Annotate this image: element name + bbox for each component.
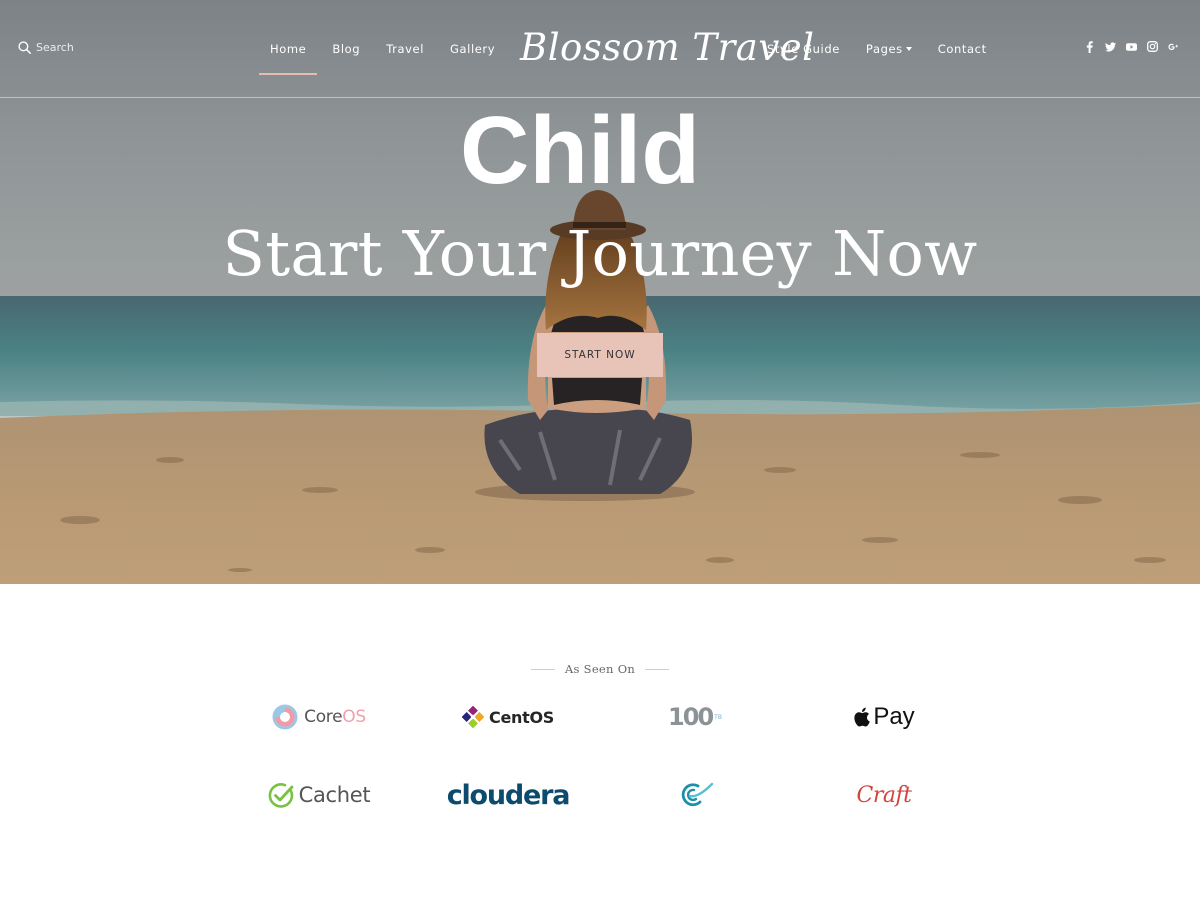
centos-wordmark: CentOS [489, 707, 554, 727]
coreos-wordmark: CoreOS [304, 707, 366, 727]
brand-logo-centos[interactable]: CentOS [413, 697, 603, 737]
search-toggle[interactable]: Search [18, 41, 74, 54]
cloudera-wordmark: cloudera [446, 779, 571, 811]
instagram-icon[interactable] [1147, 40, 1158, 53]
apple-icon [854, 707, 871, 727]
apple-pay-wordmark: Pay [873, 703, 915, 730]
nav-style-guide[interactable]: Style Guide [754, 0, 853, 97]
social-links [1084, 40, 1179, 53]
brand-logo-craft[interactable]: Craft [789, 775, 979, 815]
site-logo[interactable]: Blossom Travel [520, 22, 814, 74]
site-header: Search Home Blog Travel Gallery Blossom … [0, 0, 1200, 98]
heading-divider-right [645, 668, 670, 670]
nav-blog[interactable]: Blog [319, 0, 373, 97]
checkmark-circle-icon [268, 782, 294, 808]
brand-logo-100tb[interactable]: 100 TB [600, 697, 790, 737]
heading-divider-left [530, 668, 555, 670]
hero-section: Search Home Blog Travel Gallery Blossom … [0, 0, 1200, 584]
search-placeholder[interactable]: Search [36, 41, 74, 54]
caret-down-icon [905, 47, 912, 51]
as-seen-on-label: As Seen On [564, 662, 636, 676]
nav-home[interactable]: Home [257, 0, 319, 97]
twitter-icon[interactable] [1105, 40, 1116, 53]
child-overlay-label: Child [460, 97, 700, 204]
100tb-superscript: TB [714, 713, 722, 721]
search-icon [18, 41, 31, 54]
google-plus-icon[interactable] [1168, 40, 1179, 53]
nav-gallery[interactable]: Gallery [437, 0, 508, 97]
nav-travel[interactable]: Travel [373, 0, 437, 97]
nav-pages[interactable]: Pages [853, 0, 925, 97]
as-seen-on-heading: As Seen On [0, 662, 1200, 676]
cachet-wordmark: Cachet [298, 783, 371, 807]
coreos-icon [272, 704, 298, 730]
primary-nav-left: Home Blog Travel Gallery [257, 0, 508, 97]
start-now-button[interactable]: START NOW [537, 333, 663, 377]
youtube-icon[interactable] [1126, 40, 1137, 53]
nav-contact[interactable]: Contact [925, 0, 1000, 97]
facebook-icon[interactable] [1084, 40, 1095, 53]
brand-logo-cachet[interactable]: Cachet [224, 775, 414, 815]
craft-wordmark: Craft [856, 782, 912, 808]
brand-logo-coreos[interactable]: CoreOS [224, 697, 414, 737]
brand-logo-apple-pay[interactable]: Pay [789, 697, 979, 737]
primary-nav-right: Style Guide Pages Contact [754, 0, 1000, 97]
brand-logo-swoosh[interactable] [600, 775, 790, 815]
brand-logo-cloudera[interactable]: cloudera [413, 775, 603, 815]
swoosh-logo-icon [681, 782, 714, 807]
hero-title: Start Your Journey Now [222, 217, 978, 290]
100tb-wordmark: 100 [668, 703, 714, 731]
centos-icon [462, 706, 485, 728]
nav-pages-label: Pages [865, 41, 903, 56]
